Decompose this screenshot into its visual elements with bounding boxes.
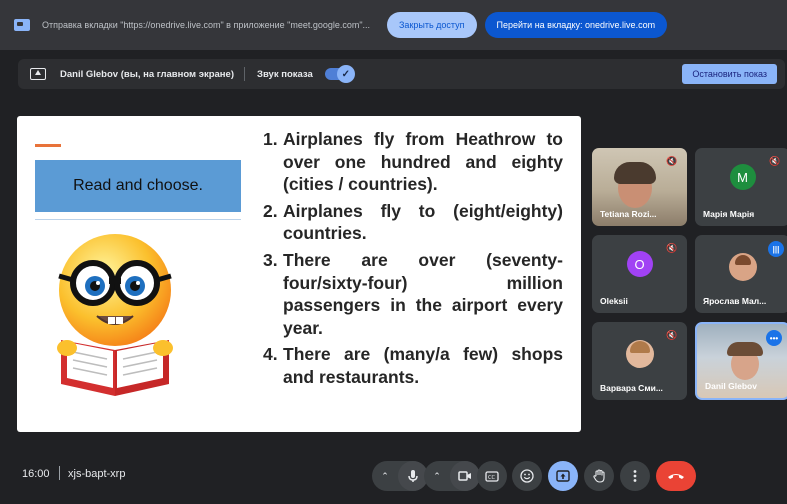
tab-sharing-infobar: Отправка вкладки "https://onedrive.live.… (0, 0, 787, 50)
emoji-button[interactable] (512, 461, 542, 491)
avatar: O (626, 251, 653, 277)
meeting-code: xjs-bapt-xrp (68, 468, 126, 480)
slide-title-box: Read and choose. (35, 160, 241, 212)
present-button[interactable] (548, 461, 578, 491)
tab-share-icon (14, 19, 30, 31)
list-item: 3. There are over (seventy-four/sixty-fou… (263, 249, 563, 338)
camera-control-group: ⌃ (424, 461, 480, 491)
stop-access-button[interactable]: Закрыть доступ (387, 12, 477, 38)
svg-text:CC: CC (488, 475, 495, 481)
camera-icon[interactable] (450, 461, 480, 491)
raise-hand-button[interactable] (584, 461, 614, 491)
more-vert-icon (633, 470, 637, 482)
list-item: 4. There are (many/a few) shops and resta… (263, 344, 563, 387)
participant-tile[interactable]: 🔇 M Марія Марія (695, 148, 787, 226)
divider (244, 67, 245, 81)
chevron-up-icon[interactable]: ⌃ (372, 471, 398, 482)
participant-tile[interactable]: 🔇 Варвара Сми... (592, 322, 687, 400)
meeting-time: 16:00 (22, 468, 50, 480)
list-item: 2. Airplanes fly to (eight/eighty) countr… (263, 200, 563, 244)
mic-off-icon: 🔇 (666, 242, 678, 253)
participant-tile[interactable]: 🔇 Tetiana Rozi... (592, 148, 687, 226)
more-options-icon[interactable]: ••• (766, 330, 782, 346)
participant-name: Варвара Сми... (600, 383, 663, 393)
chevron-up-icon[interactable]: ⌃ (424, 471, 450, 482)
participant-video-hair (727, 342, 763, 356)
more-options-button[interactable] (620, 461, 650, 491)
end-call-button[interactable] (656, 461, 696, 491)
presenter-label: Danil Glebov (вы, на главном экране) (60, 68, 234, 80)
participant-tile[interactable]: 🔇 O Oleksii (592, 235, 687, 313)
check-icon: ✓ (336, 65, 355, 83)
goto-tab-button[interactable]: Перейти на вкладку: onedrive.live.com (484, 12, 668, 38)
participant-name: Tetiana Rozi... (600, 209, 657, 219)
sharing-message: Отправка вкладки "https://onedrive.live.… (42, 20, 371, 30)
present-icon (556, 470, 570, 482)
exercise-list: 1. Airplanes fly from Heathrow to over on… (263, 128, 563, 393)
slide-title: Read and choose. (73, 177, 203, 194)
shared-slide: Read and choose. 1. Airplanes fly from H… (17, 116, 581, 432)
sound-toggle[interactable]: ✓ (324, 65, 355, 83)
speaking-indicator-icon: ||| (768, 241, 784, 257)
accent-line (35, 144, 61, 147)
mic-off-icon: 🔇 (666, 329, 678, 340)
presenting-bar: Danil Glebov (вы, на главном экране) Зву… (18, 59, 785, 89)
participant-tile[interactable]: ||| Ярослав Мал... (695, 235, 787, 313)
present-screen-icon (30, 68, 46, 80)
mic-off-icon: 🔇 (666, 155, 678, 166)
participant-name: Марія Марія (703, 209, 755, 219)
sound-label: Звук показа (257, 68, 313, 80)
raise-hand-icon (592, 469, 605, 483)
captions-icon: CC (485, 470, 499, 482)
stop-presenting-button[interactable]: Остановить показ (682, 64, 777, 84)
participant-name: Ярослав Мал... (703, 296, 767, 306)
captions-button[interactable]: CC (477, 461, 507, 491)
avatar: M (729, 164, 756, 190)
nerd-reading-emoji-icon (57, 234, 173, 396)
participant-video-hair (614, 162, 656, 184)
participant-tile-self[interactable]: ••• Danil Glebov (695, 322, 787, 400)
avatar (625, 340, 654, 368)
avatar (728, 253, 757, 281)
list-item: 1. Airplanes fly from Heathrow to over on… (263, 129, 563, 195)
mic-control-group: ⌃ (372, 461, 428, 491)
participant-name: Oleksii (600, 296, 628, 306)
divider (35, 219, 241, 220)
emoji-icon (520, 469, 534, 483)
mic-off-icon: 🔇 (769, 155, 781, 166)
participant-name: Danil Glebov (705, 381, 757, 391)
divider (59, 466, 60, 480)
end-call-icon (668, 474, 684, 479)
